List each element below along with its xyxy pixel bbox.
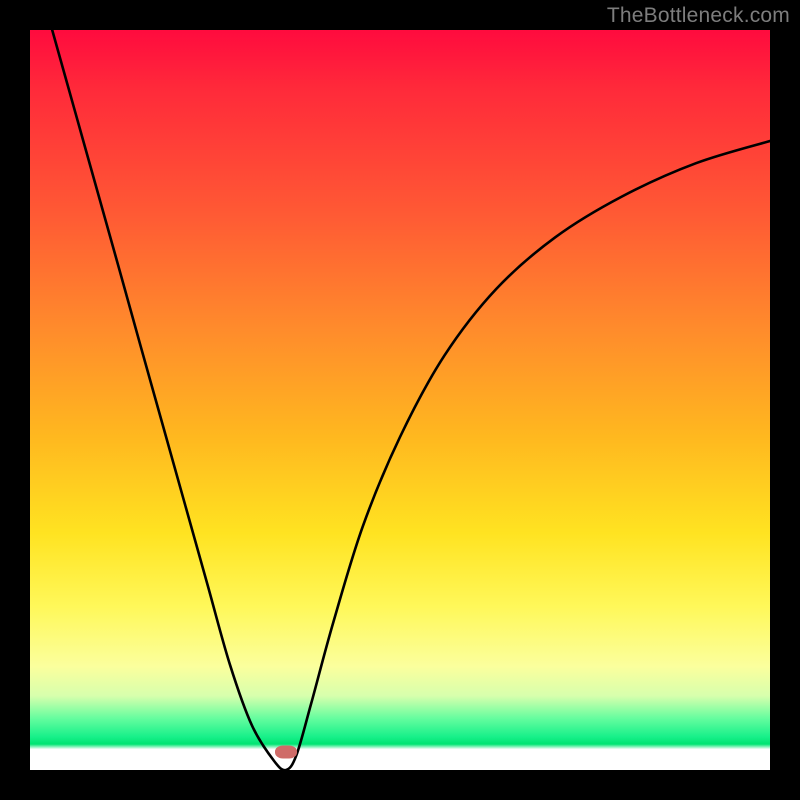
bottleneck-curve — [30, 30, 770, 770]
chart-frame: TheBottleneck.com — [0, 0, 800, 800]
optimal-point-marker — [275, 745, 297, 758]
attribution-label: TheBottleneck.com — [607, 4, 790, 28]
plot-area — [30, 30, 770, 770]
